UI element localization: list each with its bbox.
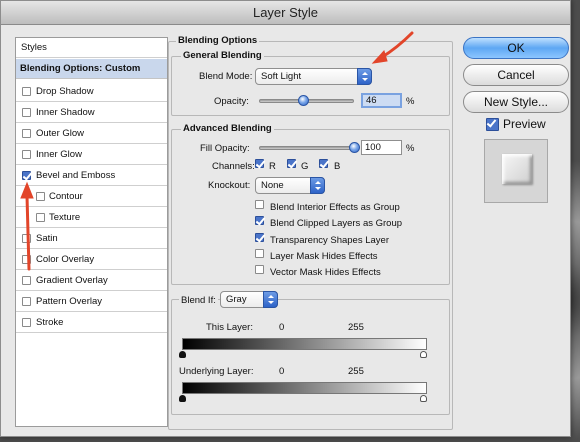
annotation-arrows [20,31,414,271]
layer-style-dialog: Layer Style Styles Blending Options: Cus… [0,0,571,437]
bevel-arrowhead-icon [20,181,34,199]
bevel-arrow-icon [25,194,31,271]
blend-mode-arrowhead-icon [371,50,388,64]
